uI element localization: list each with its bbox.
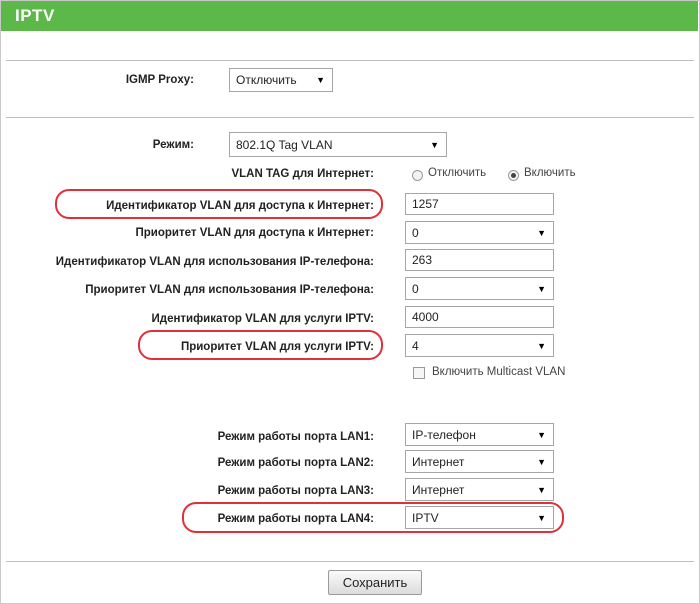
chevron-down-icon: ▼ [537,456,546,467]
igmp-proxy-value: Отключить [236,73,297,87]
internet-vlan-priority-value: 0 [412,225,419,240]
internet-vlan-id-input[interactable]: 1257 [405,193,554,215]
lan4-mode-select[interactable]: IPTV ▼ [405,506,554,529]
iptv-vlan-id-input[interactable]: 4000 [405,306,554,328]
phone-vlan-id-value: 263 [412,253,433,267]
iptv-vlan-priority-select[interactable]: 4 ▼ [405,334,554,357]
igmp-proxy-label: IGMP Proxy: [125,74,194,86]
divider [6,60,694,61]
vlan-tag-on-radio[interactable] [508,170,519,181]
phone-vlan-id-label: Идентификатор VLAN для использования IP-… [55,256,374,268]
vlan-tag-off-label: Отключить [428,167,487,179]
phone-vlan-priority-label: Приоритет VLAN для использования IP-теле… [85,284,374,296]
multicast-vlan-label: Включить Multicast VLAN [432,366,566,378]
mode-value: 802.1Q Tag VLAN [236,137,333,152]
internet-vlan-priority-label: Приоритет VLAN для доступа к Интернет: [135,227,374,239]
multicast-vlan-checkbox[interactable] [413,367,425,379]
internet-vlan-id-value: 1257 [412,197,439,211]
lan3-mode-label: Режим работы порта LAN3: [217,485,374,497]
lan2-mode-select[interactable]: Интернет ▼ [405,450,554,473]
lan4-mode-label: Режим работы порта LAN4: [217,513,374,525]
chevron-down-icon: ▼ [537,227,546,238]
lan2-mode-label: Режим работы порта LAN2: [217,457,374,469]
chevron-down-icon: ▼ [430,139,439,150]
phone-vlan-priority-select[interactable]: 0 ▼ [405,277,554,300]
iptv-vlan-priority-value: 4 [412,338,419,353]
chevron-down-icon: ▼ [537,484,546,495]
lan3-mode-value: Интернет [412,482,465,497]
chevron-down-icon: ▼ [537,283,546,294]
lan1-mode-value: IP-телефон [412,427,476,442]
lan3-mode-select[interactable]: Интернет ▼ [405,478,554,501]
page-title: IPTV [15,6,55,25]
chevron-down-icon: ▼ [537,512,546,523]
divider [6,561,694,562]
iptv-vlan-id-value: 4000 [412,310,439,324]
divider [6,117,694,118]
chevron-down-icon: ▼ [316,75,325,85]
chevron-down-icon: ▼ [537,340,546,351]
save-button[interactable]: Сохранить [328,570,422,595]
vlan-tag-off-radio[interactable] [412,170,423,181]
phone-vlan-priority-value: 0 [412,281,419,296]
mode-label: Режим: [152,139,194,151]
lan4-mode-value: IPTV [412,510,439,525]
internet-vlan-priority-select[interactable]: 0 ▼ [405,221,554,244]
lan1-mode-select[interactable]: IP-телефон ▼ [405,423,554,446]
lan2-mode-value: Интернет [412,454,465,469]
vlan-tag-label: VLAN TAG для Интернет: [231,168,374,180]
igmp-proxy-select[interactable]: Отключить ▼ [229,68,333,92]
internet-vlan-id-label: Идентификатор VLAN для доступа к Интерне… [106,200,374,212]
lan1-mode-label: Режим работы порта LAN1: [217,431,374,443]
chevron-down-icon: ▼ [537,429,546,440]
iptv-vlan-priority-label: Приоритет VLAN для услуги IPTV: [180,341,374,353]
mode-select[interactable]: 802.1Q Tag VLAN ▼ [229,132,447,157]
header-bar: IPTV [1,1,698,31]
iptv-vlan-id-label: Идентификатор VLAN для услуги IPTV: [151,313,375,325]
vlan-tag-on-label: Включить [524,167,576,179]
phone-vlan-id-input[interactable]: 263 [405,249,554,271]
